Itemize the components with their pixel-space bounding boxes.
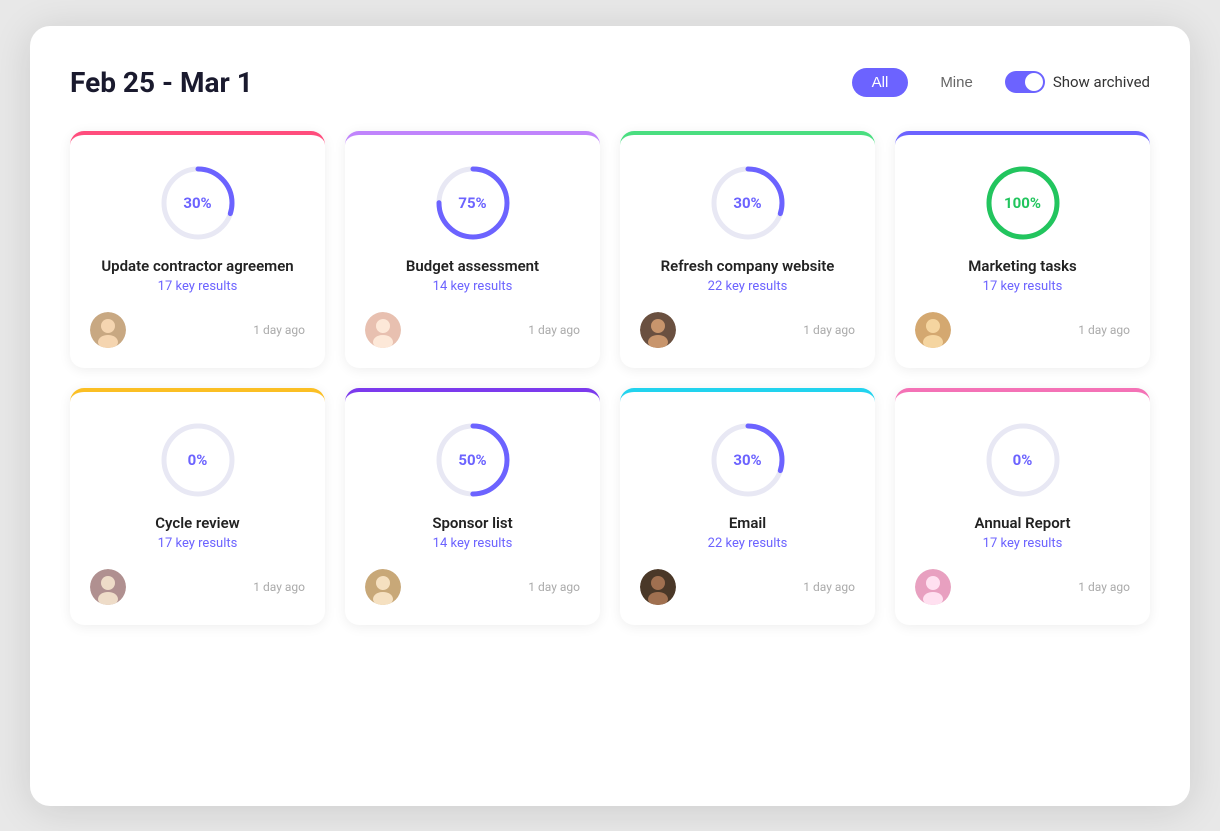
progress-circle: 30%: [708, 420, 788, 500]
progress-circle: 30%: [708, 163, 788, 243]
card-key-results[interactable]: 17 key results: [158, 536, 238, 551]
card-3[interactable]: 30% Refresh company website 22 key resul…: [620, 131, 875, 368]
card-key-results[interactable]: 22 key results: [708, 279, 788, 294]
progress-label: 0%: [188, 451, 208, 469]
progress-label: 30%: [733, 451, 761, 469]
card-key-results[interactable]: 17 key results: [158, 279, 238, 294]
card-7[interactable]: 30% Email 22 key results 1 day ago: [620, 388, 875, 625]
card-2[interactable]: 75% Budget assessment 14 key results 1 d…: [345, 131, 600, 368]
card-footer: 1 day ago: [365, 569, 580, 605]
card-title: Cycle review: [155, 514, 239, 532]
card-time: 1 day ago: [253, 323, 305, 337]
avatar: [915, 569, 951, 605]
card-key-results[interactable]: 17 key results: [983, 536, 1063, 551]
card-footer: 1 day ago: [365, 312, 580, 348]
card-footer: 1 day ago: [640, 569, 855, 605]
card-time: 1 day ago: [803, 323, 855, 337]
card-1[interactable]: 30% Update contractor agreemen 17 key re…: [70, 131, 325, 368]
card-time: 1 day ago: [1078, 580, 1130, 594]
card-title: Annual Report: [975, 514, 1071, 532]
card-key-results[interactable]: 22 key results: [708, 536, 788, 551]
avatar: [365, 569, 401, 605]
card-title: Email: [729, 514, 766, 532]
card-title: Budget assessment: [406, 257, 539, 275]
card-4[interactable]: 100% Marketing tasks 17 key results 1 da…: [895, 131, 1150, 368]
progress-label: 50%: [458, 451, 486, 469]
progress-label: 0%: [1013, 451, 1033, 469]
avatar: [640, 569, 676, 605]
card-5[interactable]: 0% Cycle review 17 key results 1 day ago: [70, 388, 325, 625]
card-title: Sponsor list: [432, 514, 512, 532]
card-key-results[interactable]: 17 key results: [983, 279, 1063, 294]
card-time: 1 day ago: [528, 323, 580, 337]
progress-circle: 75%: [433, 163, 513, 243]
avatar: [640, 312, 676, 348]
card-title: Marketing tasks: [968, 257, 1076, 275]
card-time: 1 day ago: [1078, 323, 1130, 337]
header: Feb 25 - Mar 1 All Mine Show archived: [70, 66, 1150, 99]
card-time: 1 day ago: [528, 580, 580, 594]
app-container: Feb 25 - Mar 1 All Mine Show archived 30…: [30, 26, 1190, 806]
filter-all-button[interactable]: All: [852, 68, 909, 97]
avatar: [365, 312, 401, 348]
avatar: [90, 312, 126, 348]
card-footer: 1 day ago: [90, 569, 305, 605]
progress-label: 100%: [1004, 194, 1041, 212]
progress-circle: 30%: [158, 163, 238, 243]
card-footer: 1 day ago: [915, 312, 1130, 348]
card-title: Update contractor agreemen: [101, 257, 293, 275]
show-archived-toggle[interactable]: [1005, 71, 1045, 93]
cards-grid: 30% Update contractor agreemen 17 key re…: [70, 131, 1150, 625]
avatar: [90, 569, 126, 605]
progress-label: 30%: [183, 194, 211, 212]
show-archived-label: Show archived: [1053, 73, 1150, 91]
card-time: 1 day ago: [803, 580, 855, 594]
progress-label: 75%: [458, 194, 486, 212]
progress-circle: 100%: [983, 163, 1063, 243]
progress-label: 30%: [733, 194, 761, 212]
card-footer: 1 day ago: [90, 312, 305, 348]
card-6[interactable]: 50% Sponsor list 14 key results 1 day ag…: [345, 388, 600, 625]
card-time: 1 day ago: [253, 580, 305, 594]
page-title: Feb 25 - Mar 1: [70, 66, 253, 99]
card-key-results[interactable]: 14 key results: [433, 279, 513, 294]
card-title: Refresh company website: [661, 257, 835, 275]
filter-mine-button[interactable]: Mine: [920, 68, 993, 97]
card-8[interactable]: 0% Annual Report 17 key results 1 day ag…: [895, 388, 1150, 625]
avatar: [915, 312, 951, 348]
card-key-results[interactable]: 14 key results: [433, 536, 513, 551]
card-footer: 1 day ago: [915, 569, 1130, 605]
progress-circle: 0%: [983, 420, 1063, 500]
card-footer: 1 day ago: [640, 312, 855, 348]
progress-circle: 0%: [158, 420, 238, 500]
show-archived-toggle-container: Show archived: [1005, 71, 1150, 93]
progress-circle: 50%: [433, 420, 513, 500]
header-controls: All Mine Show archived: [852, 68, 1150, 97]
